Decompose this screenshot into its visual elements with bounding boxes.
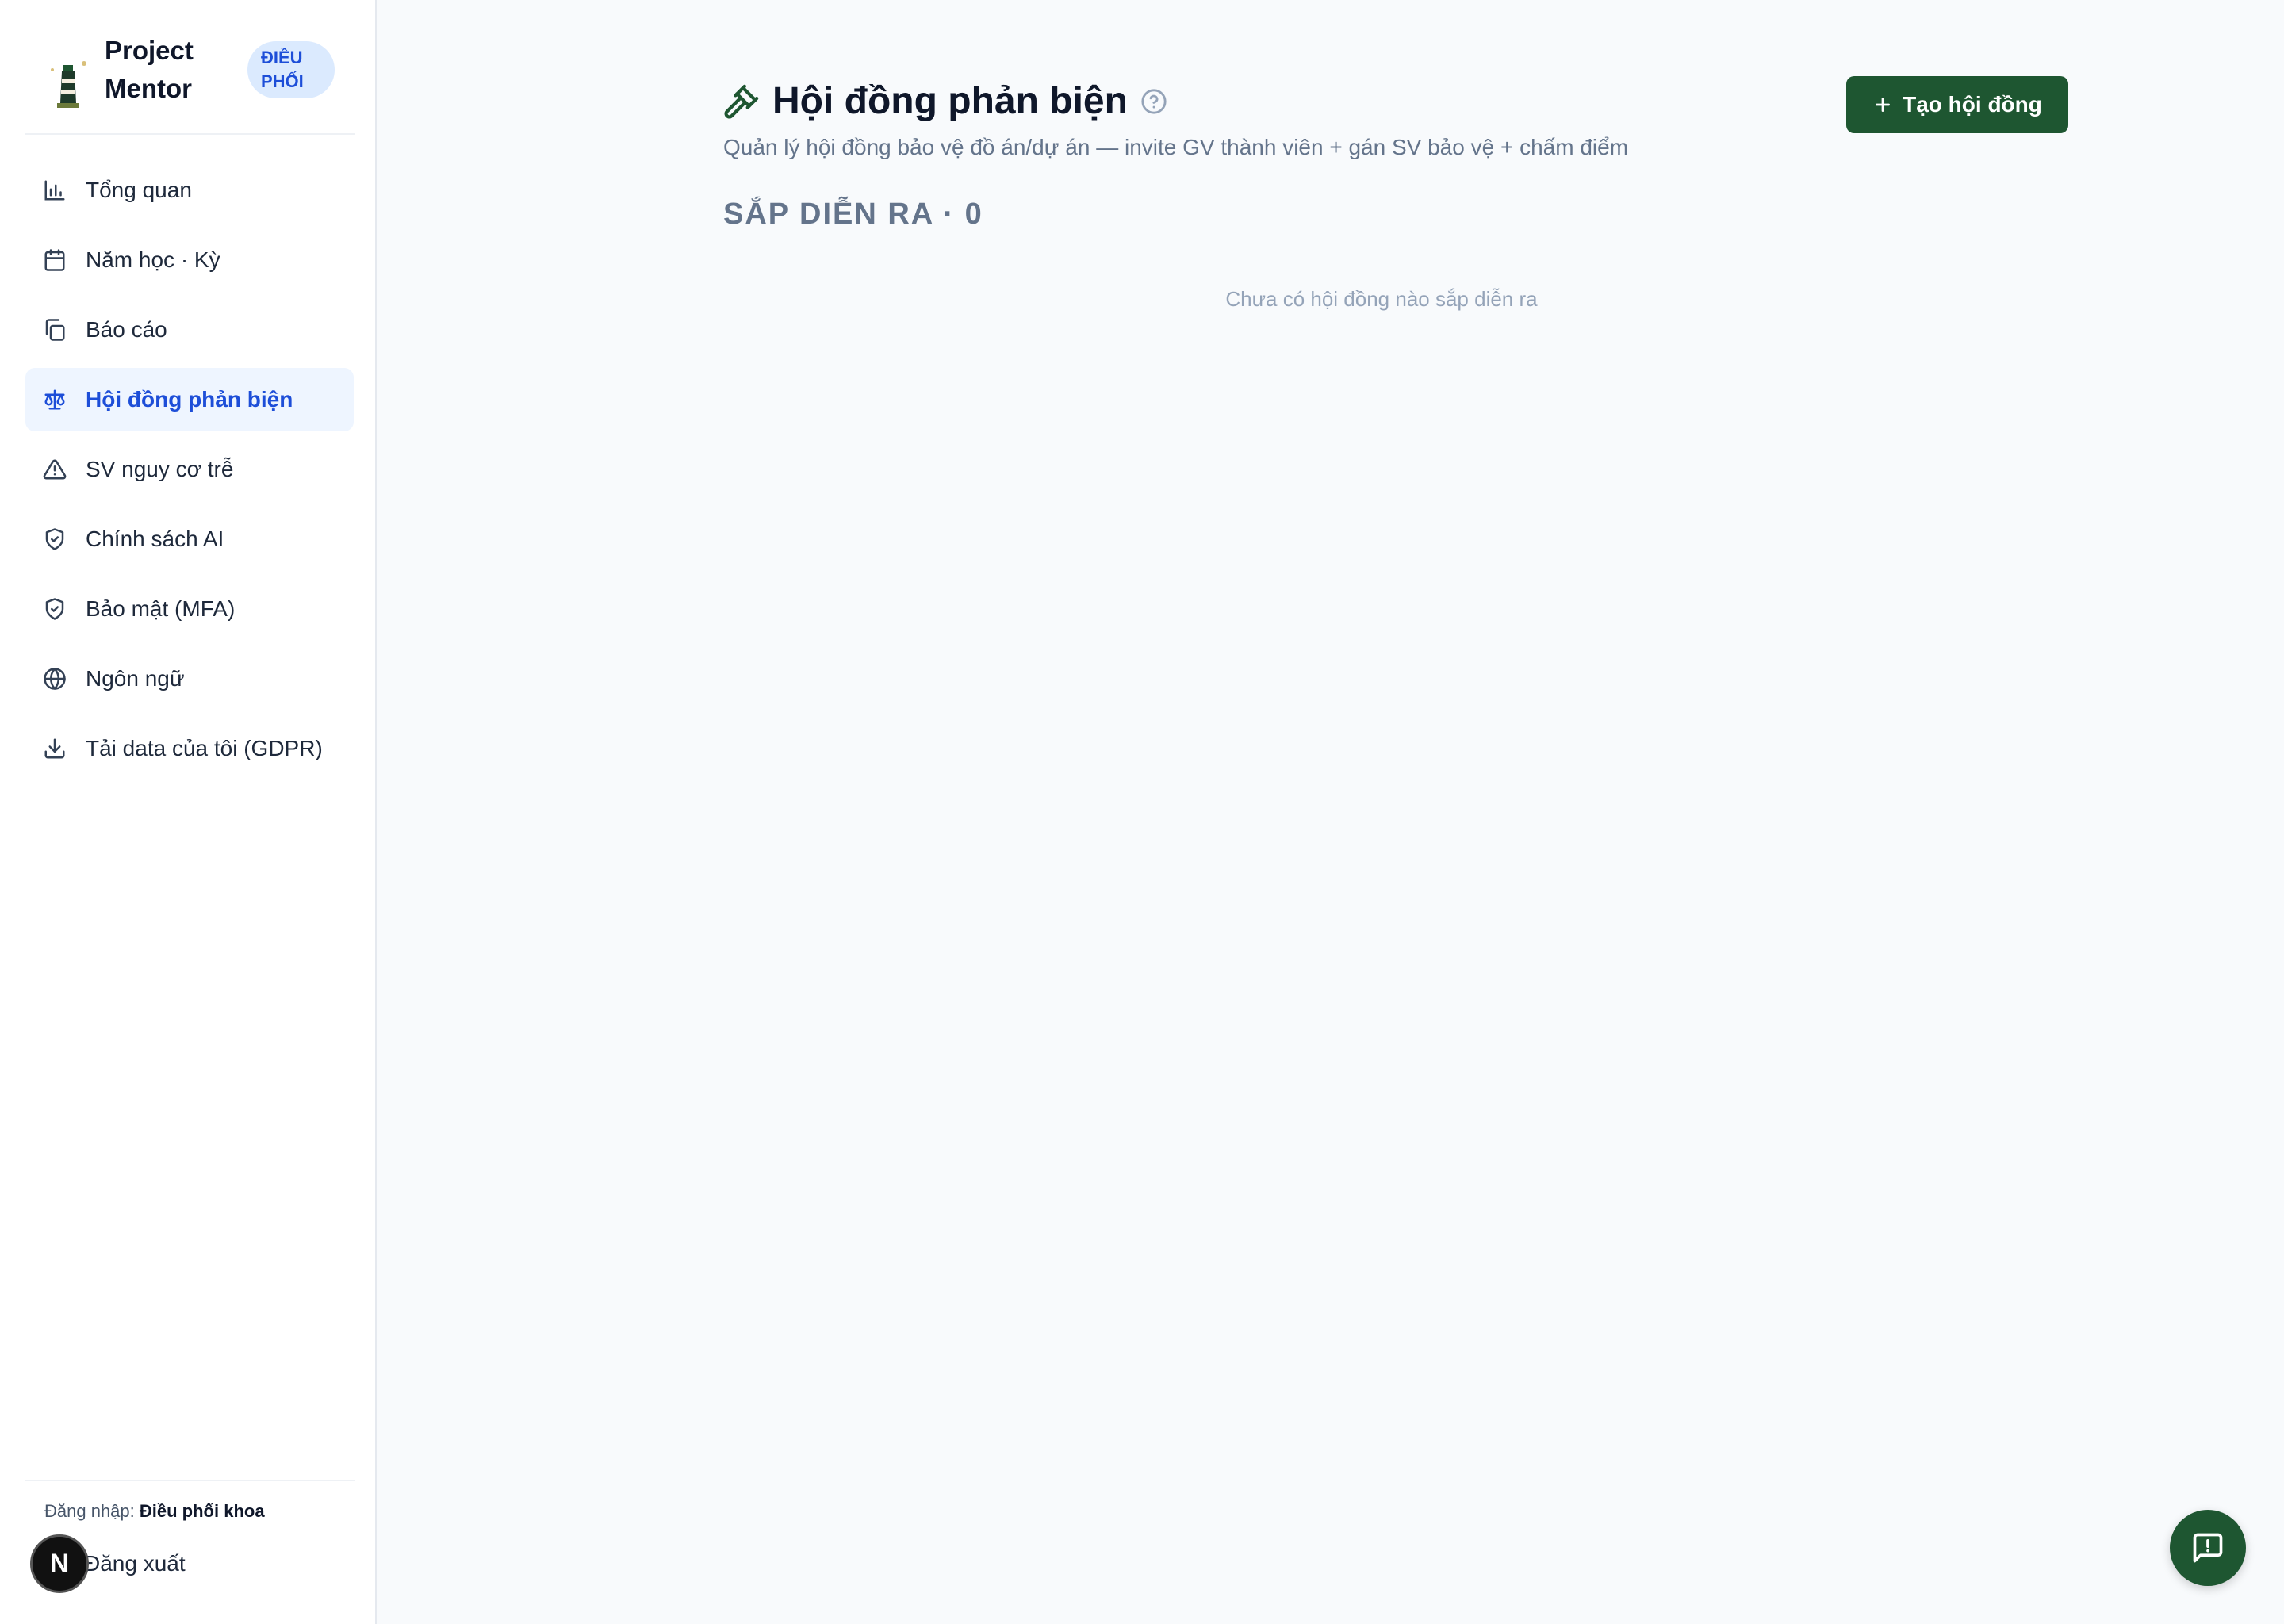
sidebar-item-label: SV nguy cơ trễ: [86, 457, 234, 481]
globe-icon: [44, 668, 66, 690]
sidebar-item-label: Tổng quan: [86, 178, 192, 202]
brand[interactable]: Project Mentor ĐIỀU PHỐI: [25, 27, 358, 135]
sidebar-item-label: Ngôn ngữ: [86, 666, 185, 691]
role-badge-line2: PHỐI: [261, 71, 304, 91]
sidebar-item-ai-policy[interactable]: Chính sách AI: [25, 508, 354, 571]
sidebar-item-label: Năm học · Kỳ: [86, 247, 220, 272]
page-title: Hội đồng phản biện: [772, 80, 1128, 122]
sidebar-divider: [25, 133, 355, 135]
main-content: Hội đồng phản biện Quản lý hội đồng bảo …: [377, 0, 2284, 1624]
app-name-line2: Mentor: [105, 74, 192, 103]
download-icon: [44, 738, 65, 759]
sidebar-footer-divider: [25, 1480, 355, 1481]
app-name: Project Mentor: [105, 32, 216, 108]
sidebar-item-label: Chính sách AI: [86, 527, 224, 551]
sidebar-nav: Tổng quan Năm học · Kỳ Báo cáo Hội đồng …: [25, 159, 354, 787]
sidebar-item-download-data[interactable]: Tải data của tôi (GDPR): [25, 717, 354, 780]
create-council-label: Tạo hội đồng: [1903, 92, 2042, 117]
role-badge: ĐIỀU PHỐI: [247, 41, 335, 98]
message-alert-icon: [2193, 1533, 2223, 1563]
warning-triangle-icon: [43, 459, 67, 480]
sidebar-item-label: Tải data của tôi (GDPR): [86, 736, 323, 760]
logout-button[interactable]: Đăng xuất: [84, 1548, 186, 1580]
sidebar-item-review-council[interactable]: Hội đồng phản biện: [25, 368, 354, 431]
sidebar-item-security-mfa[interactable]: Bảo mật (MFA): [25, 577, 354, 641]
sidebar-item-language[interactable]: Ngôn ngữ: [25, 647, 354, 710]
logged-in-as: Đăng nhập: Điều phối khoa: [44, 1501, 265, 1522]
bar-chart-icon: [44, 180, 65, 201]
copy-document-icon: [45, 319, 65, 341]
sidebar: Project Mentor ĐIỀU PHỐI Tổng quan Năm h…: [0, 0, 377, 1624]
empty-state-message: Chưa có hội đồng nào sắp diễn ra: [1225, 287, 1538, 311]
shield-check-icon: [45, 598, 64, 620]
sidebar-item-label: Báo cáo: [86, 317, 167, 342]
sidebar-item-at-risk-students[interactable]: SV nguy cơ trễ: [25, 438, 354, 501]
sidebar-item-overview[interactable]: Tổng quan: [25, 159, 354, 222]
calendar-icon: [44, 249, 65, 271]
app-name-line1: Project: [105, 36, 194, 65]
sidebar-item-label: Hội đồng phản biện: [86, 387, 293, 412]
role-badge-line1: ĐIỀU: [261, 48, 303, 67]
page-subtitle: Quản lý hội đồng bảo vệ đồ án/dự án — in…: [723, 135, 1629, 159]
shield-check-icon: [45, 528, 64, 550]
dev-tools-avatar[interactable]: N: [30, 1534, 89, 1593]
login-prefix: Đăng nhập:: [44, 1501, 135, 1521]
avatar-letter: N: [49, 1549, 70, 1579]
sidebar-item-label: Bảo mật (MFA): [86, 596, 236, 621]
help-circle-icon[interactable]: [1140, 88, 1167, 115]
upcoming-section-heading: SẮP DIỄN RA · 0: [723, 197, 983, 231]
scale-icon: [44, 389, 65, 410]
feedback-chat-button[interactable]: [2170, 1510, 2246, 1586]
login-user: Điều phối khoa: [139, 1501, 265, 1521]
sidebar-item-academic-year[interactable]: Năm học · Kỳ: [25, 228, 354, 292]
plus-icon: [1876, 98, 1891, 112]
sidebar-item-reports[interactable]: Báo cáo: [25, 298, 354, 362]
page-header: Hội đồng phản biện: [723, 76, 1167, 127]
create-council-button[interactable]: Tạo hội đồng: [1846, 76, 2068, 133]
lighthouse-logo-icon: [51, 61, 86, 108]
gavel-icon: [724, 84, 759, 119]
